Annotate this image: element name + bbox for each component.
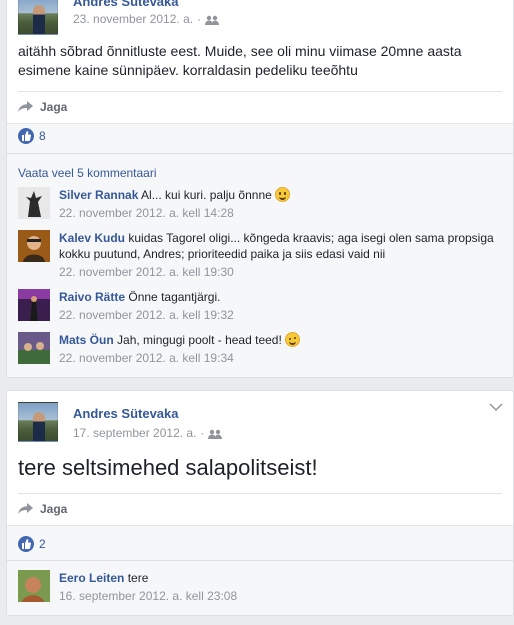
comment-body: Mats Öun Jah, mingugi poolt - head teed!… — [59, 332, 502, 366]
comment-text: Önne tagantjärgi. — [128, 290, 221, 304]
audience-friends-icon[interactable] — [205, 15, 220, 25]
commenter-avatar[interactable] — [18, 289, 50, 321]
like-summary[interactable]: 8 — [18, 128, 46, 144]
commenter-avatar[interactable] — [18, 570, 50, 602]
post-card: Andres Sütevaka 17. september 2012. a. · … — [6, 390, 514, 616]
post-date[interactable]: 17. september 2012. a. — [73, 426, 196, 440]
author-avatar[interactable] — [18, 0, 58, 35]
comment: Raivo Rätte Önne tagantjärgi. 22. novemb… — [18, 289, 502, 325]
commenter-name[interactable]: Eero Leiten — [59, 571, 124, 585]
post-meta: 23. november 2012. a. · — [73, 12, 220, 26]
comment-time[interactable]: 22. november 2012. a. kell 19:32 — [59, 307, 502, 323]
like-summary[interactable]: 2 — [18, 536, 46, 552]
comment-body: Kalev Kudu kuidas Tagorel oligi... kõnge… — [59, 230, 502, 280]
comment: Silver Rannak Al... kui kuri. palju õnnn… — [18, 187, 502, 223]
comment-time[interactable]: 16. september 2012. a. kell 23:08 — [59, 588, 502, 604]
comment-time[interactable]: 22. november 2012. a. kell 19:30 — [59, 264, 502, 280]
comment-body: Eero Leiten tere 16. september 2012. a. … — [59, 570, 502, 604]
comment-text: tere — [127, 571, 149, 585]
meta-separator: · — [197, 12, 202, 26]
share-arrow-icon — [18, 101, 33, 112]
wink-emoji-icon — [284, 332, 300, 347]
share-button[interactable]: Jaga — [18, 499, 67, 519]
like-count: 8 — [39, 129, 46, 143]
author-name[interactable]: Andres Sütevaka — [73, 406, 179, 421]
like-count: 2 — [39, 537, 46, 551]
commenter-name[interactable]: Raivo Rätte — [59, 290, 125, 304]
post-date[interactable]: 23. november 2012. a. — [73, 12, 193, 26]
smile-emoji-icon — [274, 187, 290, 202]
share-label: Jaga — [40, 100, 68, 114]
share-label: Jaga — [40, 502, 68, 516]
like-thumb-icon — [18, 536, 34, 552]
comment-body: Raivo Rätte Önne tagantjärgi. 22. novemb… — [59, 289, 502, 323]
comment-text: Jah, mingugi poolt - head teed! — [117, 333, 282, 347]
comment-text: kuidas Tagorel oligi... kõngeda kraavis;… — [59, 231, 494, 261]
commenter-avatar[interactable] — [18, 187, 50, 219]
share-arrow-icon — [18, 503, 33, 514]
meta-separator: · — [200, 426, 205, 440]
like-thumb-icon — [18, 128, 34, 144]
chevron-down-icon[interactable] — [489, 403, 503, 412]
divider — [18, 91, 502, 92]
comment: Mats Öun Jah, mingugi poolt - head teed!… — [18, 332, 502, 368]
comment: Eero Leiten tere 16. september 2012. a. … — [18, 570, 502, 606]
commenter-avatar[interactable] — [18, 230, 50, 262]
post-card: Andres Sütevaka 23. november 2012. a. · a… — [6, 0, 514, 378]
divider — [7, 560, 513, 561]
post-header: Andres Sütevaka 17. september 2012. a. · — [18, 402, 513, 446]
commenter-name[interactable]: Kalev Kudu — [59, 231, 125, 245]
post-text: aitähh sõbrad õnnitluste eest. Muide, se… — [18, 43, 462, 78]
comment-text: Al... kui kuri. palju õnnne — [141, 188, 272, 202]
author-avatar[interactable] — [18, 402, 58, 442]
author-name[interactable]: Andres Sütevaka — [73, 0, 179, 9]
commenter-avatar[interactable] — [18, 332, 50, 364]
comments-section: 2 Eero Leiten tere 16. september 2012. a… — [7, 525, 513, 615]
view-more-comments-link[interactable]: Vaata veel 5 kommentaari — [18, 166, 157, 180]
comments-section: 8 Vaata veel 5 kommentaari Silver Rannak… — [7, 123, 513, 377]
share-button[interactable]: Jaga — [18, 97, 67, 117]
commenter-name[interactable]: Silver Rannak — [59, 188, 138, 202]
post-meta: 17. september 2012. a. · — [73, 426, 223, 440]
comment-time[interactable]: 22. november 2012. a. kell 14:28 — [59, 205, 502, 221]
divider — [18, 493, 502, 494]
divider — [7, 153, 513, 154]
comment: Kalev Kudu kuidas Tagorel oligi... kõnge… — [18, 230, 502, 282]
comment-time[interactable]: 22. november 2012. a. kell 19:34 — [59, 350, 502, 366]
audience-friends-icon[interactable] — [208, 429, 223, 439]
commenter-name[interactable]: Mats Öun — [59, 333, 114, 347]
post-header: Andres Sütevaka 23. november 2012. a. · — [18, 0, 513, 45]
post-text: tere seltsimehed salapolitseist! — [18, 455, 318, 480]
comment-body: Silver Rannak Al... kui kuri. palju õnnn… — [59, 187, 502, 221]
